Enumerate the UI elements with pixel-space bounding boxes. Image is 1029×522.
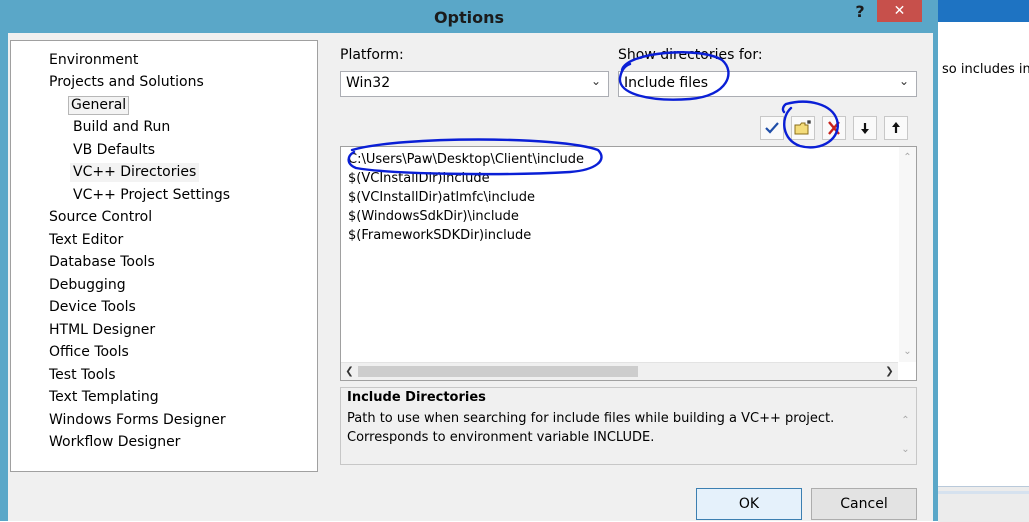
checkmark-icon (765, 122, 779, 134)
tree-item-html-designer[interactable]: HTML Designer (46, 321, 158, 340)
list-item[interactable]: $(WindowsSdkDir)\include (348, 208, 519, 226)
chevron-down-icon: ⌄ (590, 74, 602, 88)
arrow-up-icon (892, 122, 900, 133)
vertical-scrollbar[interactable]: ⌃ ⌄ (899, 147, 916, 362)
scroll-up-icon[interactable]: ⌃ (897, 412, 914, 429)
options-dialog: Options ? ✕ Environment Projects and Sol… (0, 0, 938, 521)
show-directories-value: Include files (624, 75, 709, 91)
tree-item-workflow-designer[interactable]: Workflow Designer (46, 433, 183, 452)
tree-item-build-and-run[interactable]: Build and Run (70, 118, 173, 137)
dialog-client-area: Environment Projects and Solutions Gener… (8, 33, 933, 521)
close-button[interactable]: ✕ (877, 0, 922, 22)
chevron-down-icon: ⌄ (898, 74, 910, 88)
delete-line-button[interactable] (822, 116, 846, 140)
description-line-2: Corresponds to environment variable INCL… (347, 430, 655, 445)
options-category-tree[interactable]: Environment Projects and Solutions Gener… (10, 40, 318, 472)
apply-checkmark-button[interactable] (760, 116, 784, 140)
scroll-down-icon[interactable]: ⌄ (899, 343, 916, 360)
show-directories-dropdown[interactable]: Include files ⌄ (618, 71, 917, 97)
platform-label: Platform: (340, 47, 404, 63)
list-item[interactable]: $(VCInstallDir)atlmfc\include (348, 189, 535, 207)
cancel-button[interactable]: Cancel (811, 488, 917, 520)
tree-item-office-tools[interactable]: Office Tools (46, 343, 132, 362)
description-text: Path to use when searching for include f… (347, 409, 834, 447)
new-folder-icon (794, 120, 811, 135)
move-down-button[interactable] (853, 116, 877, 140)
tree-item-environment[interactable]: Environment (46, 51, 141, 70)
tree-item-device-tools[interactable]: Device Tools (46, 298, 139, 317)
background-window-titlebar (938, 0, 1029, 22)
tree-item-vcpp-project-settings[interactable]: VC++ Project Settings (70, 186, 233, 205)
background-window: so includes in (938, 0, 1029, 522)
delete-x-icon (828, 121, 840, 135)
tree-item-text-editor[interactable]: Text Editor (46, 231, 126, 250)
scroll-up-icon[interactable]: ⌃ (899, 149, 916, 166)
scroll-down-icon[interactable]: ⌄ (897, 441, 914, 458)
tree-item-text-templating[interactable]: Text Templating (46, 388, 162, 407)
description-line-1: Path to use when searching for include f… (347, 411, 835, 426)
tree-item-general[interactable]: General (68, 96, 130, 115)
tree-item-test-tools[interactable]: Test Tools (46, 366, 119, 385)
list-item[interactable]: $(FrameworkSDKDir)include (348, 227, 531, 245)
background-window-footer (938, 486, 1029, 522)
horizontal-scrollbar[interactable]: ❮ ❯ (341, 362, 898, 380)
scroll-right-icon[interactable]: ❯ (881, 363, 898, 380)
tree-item-source-control[interactable]: Source Control (46, 208, 155, 227)
show-directories-label: Show directories for: (618, 47, 763, 63)
arrow-down-icon (861, 123, 869, 134)
platform-dropdown[interactable]: Win32 ⌄ (340, 71, 609, 97)
background-window-text: so includes in (942, 62, 1029, 77)
description-scrollbar[interactable]: ⌃ ⌄ (897, 410, 914, 460)
dialog-titlebar[interactable]: Options ? ✕ (0, 0, 938, 33)
tree-item-vb-defaults[interactable]: VB Defaults (70, 141, 158, 160)
horizontal-scroll-thumb[interactable] (358, 366, 638, 377)
tree-item-windows-forms-designer[interactable]: Windows Forms Designer (46, 411, 229, 430)
dialog-title: Options (433, 8, 505, 27)
new-line-folder-button[interactable] (791, 116, 815, 140)
description-panel: Include Directories Path to use when sea… (340, 387, 917, 465)
list-item[interactable]: $(VCInstallDir)include (348, 170, 490, 188)
tree-item-database-tools[interactable]: Database Tools (46, 253, 158, 272)
directory-list[interactable]: C:\Users\Paw\Desktop\Client\include $(VC… (340, 146, 917, 381)
ok-button[interactable]: OK (696, 488, 802, 520)
platform-value: Win32 (346, 75, 391, 91)
scroll-left-icon[interactable]: ❮ (341, 363, 358, 380)
tree-item-vcpp-directories[interactable]: VC++ Directories (70, 163, 200, 182)
help-button[interactable]: ? (850, 2, 870, 24)
description-title: Include Directories (347, 390, 486, 405)
move-up-button[interactable] (884, 116, 908, 140)
tree-item-debugging[interactable]: Debugging (46, 276, 129, 295)
tree-item-projects-and-solutions[interactable]: Projects and Solutions (46, 73, 207, 92)
list-item[interactable]: C:\Users\Paw\Desktop\Client\include (348, 151, 584, 169)
